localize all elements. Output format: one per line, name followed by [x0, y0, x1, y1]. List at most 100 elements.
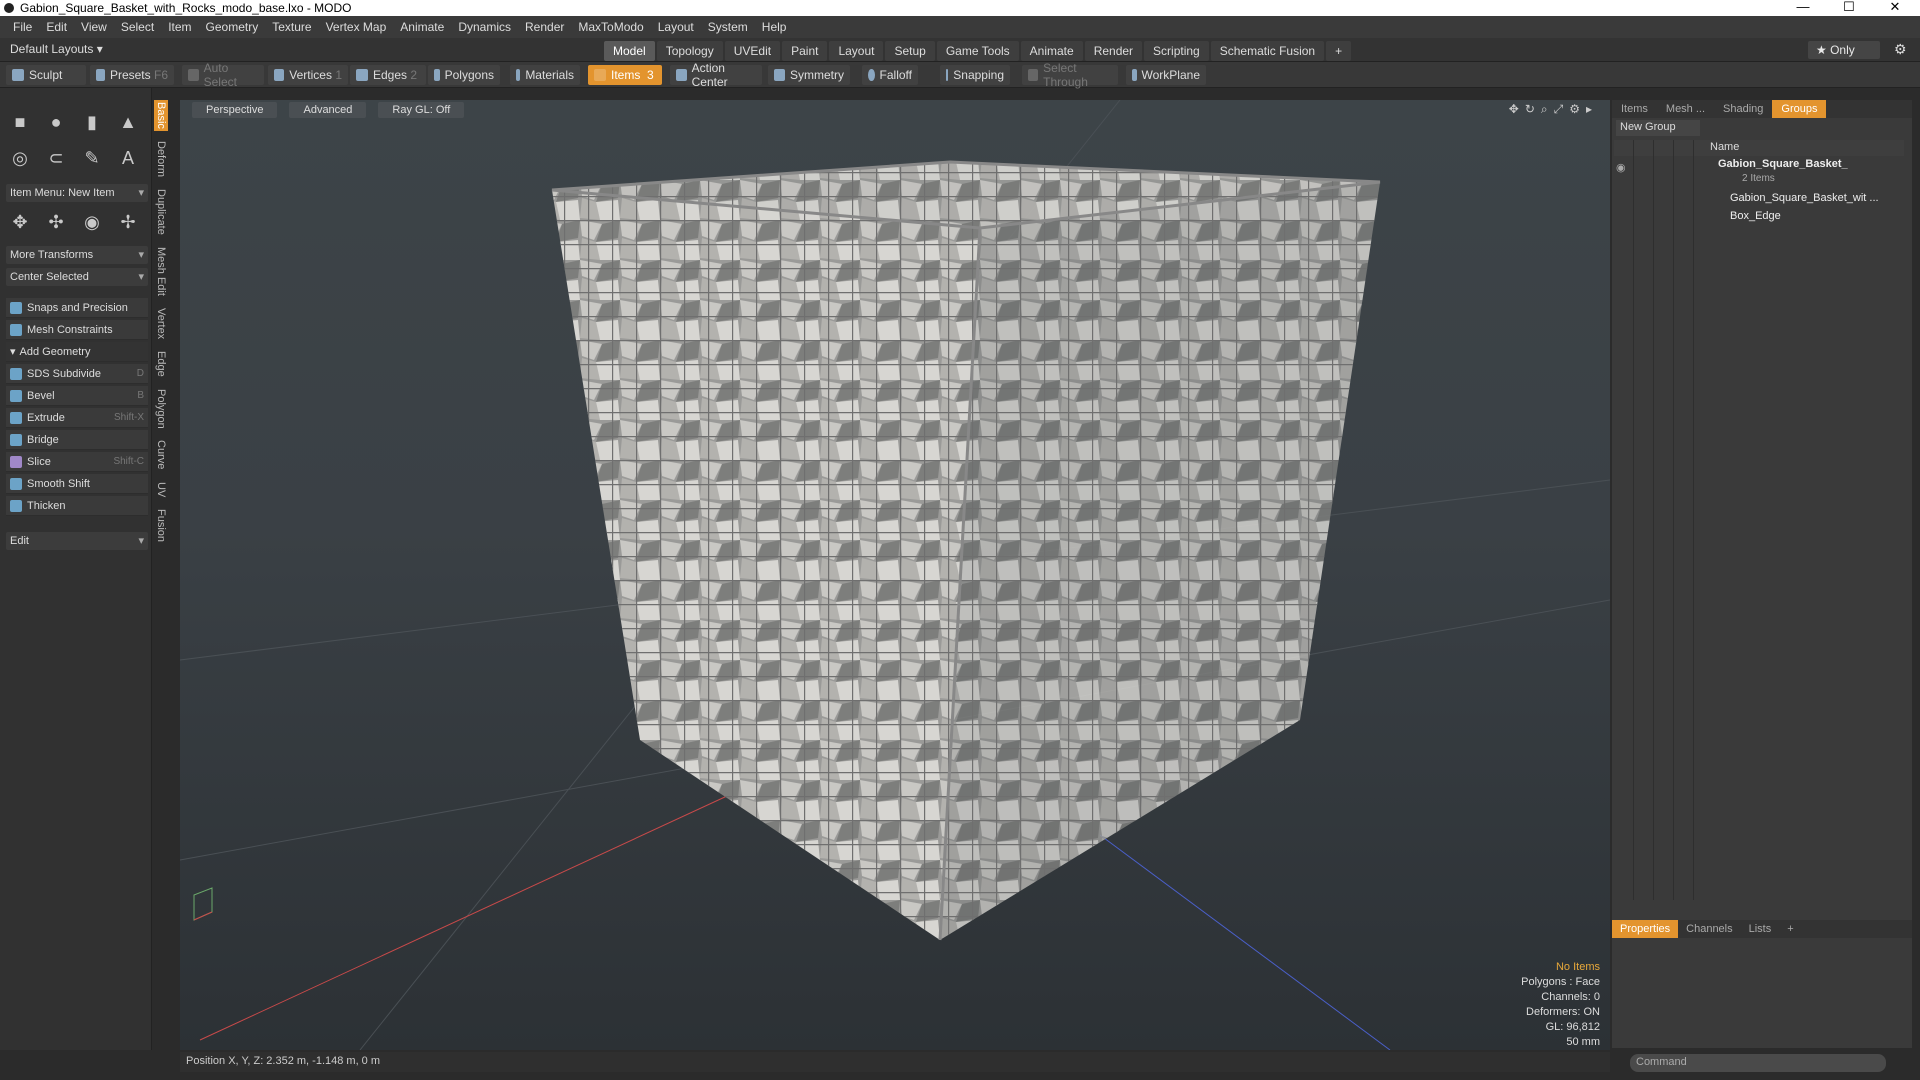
menu-animate[interactable]: Animate: [393, 20, 451, 34]
vtab-mesh-edit[interactable]: Mesh Edit: [154, 245, 168, 298]
materials-button[interactable]: Materials: [510, 65, 580, 85]
snaps-and-precision[interactable]: Snaps and Precision: [6, 298, 148, 318]
workplane-button[interactable]: WorkPlane: [1126, 65, 1206, 85]
group-name[interactable]: Gabion_Square_Basket_: [1718, 158, 1848, 170]
sculpt-button[interactable]: Sculpt: [6, 65, 86, 85]
menu-file[interactable]: File: [6, 20, 39, 34]
menu-vertex-map[interactable]: Vertex Map: [319, 20, 394, 34]
default-layouts-dropdown[interactable]: Default Layouts ▾: [10, 42, 103, 56]
extrude-tool[interactable]: Extrude Shift-X: [6, 408, 148, 428]
cone-icon[interactable]: ▲: [114, 108, 142, 136]
tab-groups[interactable]: Groups: [1772, 100, 1827, 118]
snapping-button[interactable]: Snapping: [940, 65, 1010, 85]
edit-dropdown[interactable]: Edit: [6, 532, 148, 550]
edges-button[interactable]: Edges 2: [350, 65, 426, 85]
tab-schematic-fusion[interactable]: Schematic Fusion: [1210, 41, 1325, 61]
maximize-button[interactable]: ☐: [1826, 0, 1872, 16]
tab-game-tools[interactable]: Game Tools: [936, 41, 1019, 61]
3d-viewport[interactable]: Perspective Advanced Ray GL: Off ✥↻⌕⤢⚙▸ …: [180, 100, 1610, 1050]
only-button[interactable]: ★ Only: [1808, 41, 1880, 59]
scale-icon[interactable]: ◉: [78, 208, 106, 236]
viewport-nav-icons[interactable]: ✥↻⌕⤢⚙▸: [1509, 102, 1598, 117]
mesh-constraints[interactable]: Mesh Constraints: [6, 320, 148, 340]
tab-layout[interactable]: Layout: [829, 41, 884, 61]
tab-properties[interactable]: Properties: [1612, 920, 1679, 938]
torus-icon[interactable]: ◎: [6, 144, 34, 172]
tab-topology[interactable]: Topology: [656, 41, 723, 61]
add-geometry-section[interactable]: ▾ Add Geometry: [6, 342, 148, 362]
capsule-icon[interactable]: ⊂: [42, 144, 70, 172]
vtab-edge[interactable]: Edge: [154, 349, 168, 379]
items-button[interactable]: Items 3: [588, 65, 662, 85]
vtab-uv[interactable]: UV: [154, 480, 168, 499]
eye-icon[interactable]: ◉: [1616, 161, 1626, 174]
vtab-fusion[interactable]: Fusion: [154, 507, 168, 544]
tab-mesh[interactable]: Mesh ...: [1657, 100, 1714, 118]
tab-uvedit[interactable]: UVEdit: [724, 41, 781, 61]
text-icon[interactable]: A: [114, 144, 142, 172]
menu-item[interactable]: Item: [161, 20, 198, 34]
menu-texture[interactable]: Texture: [265, 20, 318, 34]
center-selected-dropdown[interactable]: Center Selected: [6, 268, 148, 286]
menu-render[interactable]: Render: [518, 20, 571, 34]
tab-items[interactable]: Items: [1612, 100, 1657, 118]
more-transforms-dropdown[interactable]: More Transforms: [6, 246, 148, 264]
raygl-dropdown[interactable]: Ray GL: Off: [378, 102, 465, 118]
menu-geometry[interactable]: Geometry: [199, 20, 266, 34]
vtab-vertex[interactable]: Vertex: [154, 306, 168, 341]
menu-view[interactable]: View: [74, 20, 114, 34]
sphere-icon[interactable]: ●: [42, 108, 70, 136]
view-dropdown[interactable]: Perspective: [192, 102, 278, 118]
polygons-button[interactable]: Polygons: [428, 65, 500, 85]
add-panel-button[interactable]: +: [1779, 920, 1801, 938]
menu-system[interactable]: System: [701, 20, 755, 34]
item-gabion-mesh[interactable]: Gabion_Square_Basket_wit ...: [1730, 192, 1879, 204]
tab-setup[interactable]: Setup: [885, 41, 935, 61]
vtab-curve[interactable]: Curve: [154, 438, 168, 471]
symmetry-button[interactable]: Symmetry: [768, 65, 850, 85]
bridge-tool[interactable]: Bridge: [6, 430, 148, 450]
vtab-polygon[interactable]: Polygon: [154, 387, 168, 431]
menu-edit[interactable]: Edit: [39, 20, 74, 34]
tab-model[interactable]: Model: [604, 41, 655, 61]
minimize-button[interactable]: —: [1780, 0, 1826, 16]
tab-animate[interactable]: Animate: [1020, 41, 1083, 61]
menu-select[interactable]: Select: [114, 20, 161, 34]
tab-channels[interactable]: Channels: [1678, 920, 1740, 938]
item-menu-dropdown[interactable]: Item Menu: New Item: [6, 184, 148, 202]
menu-dynamics[interactable]: Dynamics: [451, 20, 518, 34]
rotate-icon[interactable]: ✣: [42, 208, 70, 236]
presets-button[interactable]: Presets F6: [90, 65, 174, 85]
vertices-button[interactable]: Vertices 1: [268, 65, 348, 85]
cylinder-icon[interactable]: ▮: [78, 108, 106, 136]
cube-icon[interactable]: ■: [6, 108, 34, 136]
command-input[interactable]: Command: [1630, 1054, 1886, 1072]
new-group-button[interactable]: New Group: [1616, 120, 1700, 136]
menu-help[interactable]: Help: [755, 20, 794, 34]
transform-icon[interactable]: ✢: [114, 208, 142, 236]
pen-icon[interactable]: ✎: [78, 144, 106, 172]
vtab-deform[interactable]: Deform: [154, 139, 168, 179]
bevel-tool[interactable]: Bevel B: [6, 386, 148, 406]
smooth-shift-tool[interactable]: Smooth Shift: [6, 474, 148, 494]
close-button[interactable]: ✕: [1872, 0, 1918, 16]
move-icon[interactable]: ✥: [6, 208, 34, 236]
menu-maxtomodo[interactable]: MaxToModo: [571, 20, 650, 34]
thicken-tool[interactable]: Thicken: [6, 496, 148, 516]
tab-paint[interactable]: Paint: [782, 41, 828, 61]
tab-scripting[interactable]: Scripting: [1144, 41, 1209, 61]
slice-tool[interactable]: Slice Shift-C: [6, 452, 148, 472]
gear-icon[interactable]: ⚙: [1894, 41, 1907, 58]
add-tab-button[interactable]: +: [1326, 41, 1352, 61]
tab-render[interactable]: Render: [1084, 41, 1143, 61]
vtab-duplicate[interactable]: Duplicate: [154, 187, 168, 237]
action-center-button[interactable]: Action Center: [670, 61, 762, 89]
tab-shading[interactable]: Shading: [1714, 100, 1772, 118]
auto-select-button[interactable]: Auto Select: [182, 61, 264, 89]
sds-subdivide-tool[interactable]: SDS Subdivide D: [6, 364, 148, 384]
menu-layout[interactable]: Layout: [651, 20, 701, 34]
tab-lists[interactable]: Lists: [1741, 920, 1780, 938]
falloff-button[interactable]: Falloff: [862, 65, 918, 85]
select-through-button[interactable]: Select Through: [1022, 61, 1118, 89]
vtab-basic[interactable]: Basic: [154, 100, 168, 131]
